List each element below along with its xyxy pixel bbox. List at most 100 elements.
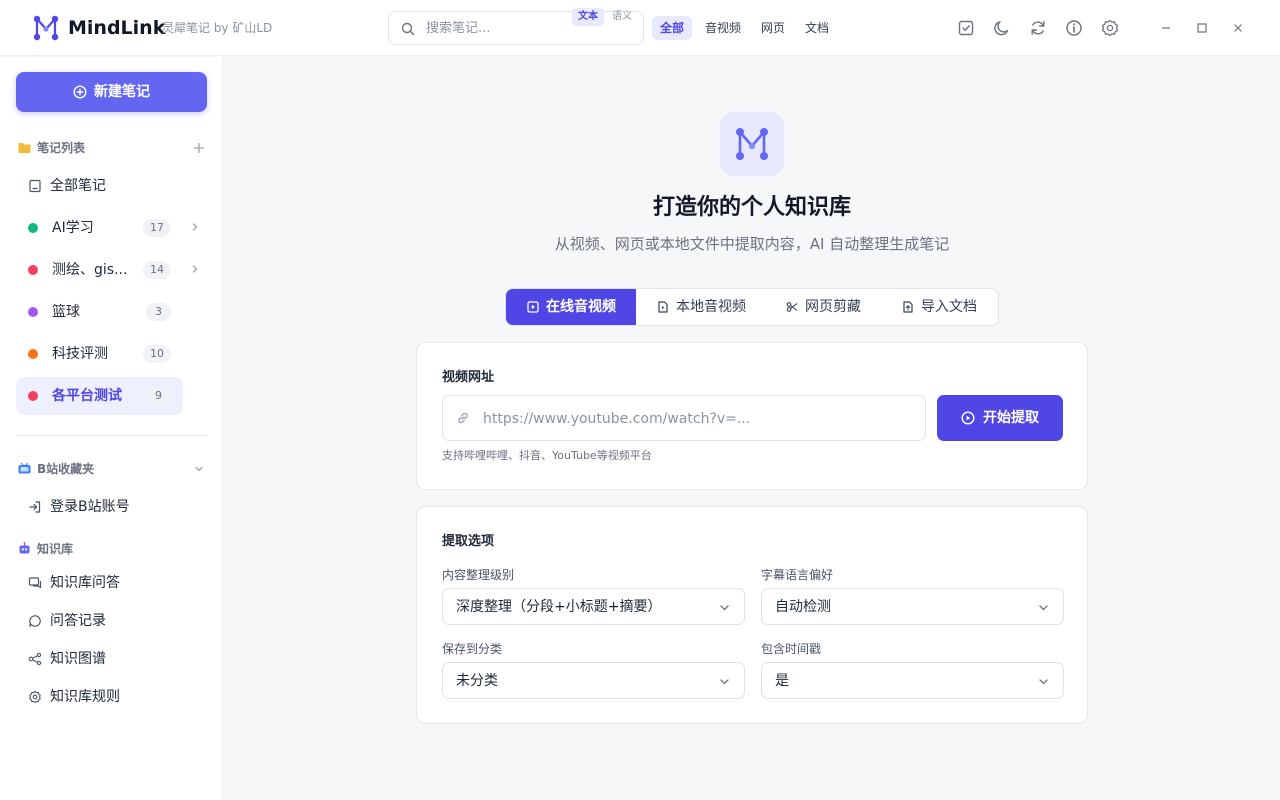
organize-level-select[interactable]: 深度整理（分段+小标题+摘要） bbox=[442, 588, 745, 625]
sidebar-item-tech-review[interactable]: 科技评测 10 bbox=[16, 335, 183, 373]
kb-section-header: 知识库 bbox=[18, 540, 208, 558]
notes-section-title: 笔记列表 bbox=[37, 141, 86, 155]
sidebar-item-kb-rules[interactable]: 知识库规则 bbox=[16, 678, 183, 716]
robot-icon bbox=[18, 542, 31, 555]
category-color-dot bbox=[28, 307, 38, 317]
video-url-label: 视频网址 bbox=[442, 370, 495, 385]
sidebar-item-label: AI学习 bbox=[52, 220, 94, 236]
scissors-icon bbox=[786, 301, 798, 313]
chat-icon bbox=[28, 576, 42, 590]
sidebar-item-ai-learning[interactable]: AI学习 17 bbox=[16, 209, 183, 247]
extract-options-title: 提取选项 bbox=[442, 534, 495, 549]
count-badge: 3 bbox=[146, 303, 171, 321]
sidebar-item-qa-history[interactable]: 问答记录 bbox=[16, 602, 183, 640]
filter-av[interactable]: 音视频 bbox=[697, 16, 749, 40]
top-bar: MindLink 灵犀笔记 by 矿山LD 搜索笔记... 文本 语义 全部 音… bbox=[0, 0, 1280, 56]
settings-icon[interactable] bbox=[1100, 18, 1120, 38]
filter-docs[interactable]: 文档 bbox=[797, 16, 837, 40]
tab-online-av[interactable]: 在线音视频 bbox=[506, 289, 636, 325]
tab-local-av[interactable]: 本地音视频 bbox=[636, 289, 756, 325]
supported-platforms-hint: 支持哔哩哔哩、抖音、YouTube等视频平台 bbox=[442, 449, 652, 462]
save-category-value: 未分类 bbox=[456, 673, 498, 689]
info-icon[interactable] bbox=[1064, 18, 1084, 38]
subtitle-lang-label: 字幕语言偏好 bbox=[761, 568, 834, 582]
category-color-dot bbox=[28, 223, 38, 233]
sidebar-item-label: 各平台测试 bbox=[52, 388, 122, 404]
sidebar-item-platform-tests[interactable]: 各平台测试 9 bbox=[16, 377, 183, 415]
search-mode-text[interactable]: 文本 bbox=[572, 8, 604, 26]
sidebar-item-bilibili-login[interactable]: 登录B站账号 bbox=[16, 488, 183, 526]
sidebar-item-kb-qa[interactable]: 知识库问答 bbox=[16, 564, 183, 602]
sidebar-divider bbox=[16, 435, 207, 436]
sidebar-item-label: 问答记录 bbox=[50, 613, 106, 629]
category-color-dot bbox=[28, 391, 38, 401]
app-name: MindLink bbox=[68, 17, 166, 39]
refresh-icon[interactable] bbox=[1028, 18, 1048, 38]
video-url-placeholder[interactable]: https://www.youtube.com/watch?v=... bbox=[483, 410, 750, 428]
tab-label: 导入文档 bbox=[921, 299, 977, 315]
tab-import-docs[interactable]: 导入文档 bbox=[872, 289, 998, 325]
chevron-down-icon bbox=[1038, 676, 1049, 687]
save-category-select[interactable]: 未分类 bbox=[442, 662, 745, 699]
subtitle-lang-select[interactable]: 自动检测 bbox=[761, 588, 1064, 625]
sidebar-item-label: 测绘、gis... bbox=[52, 262, 128, 278]
chevron-down-icon[interactable] bbox=[194, 464, 204, 474]
minimize-icon[interactable] bbox=[1158, 20, 1174, 36]
login-icon bbox=[28, 500, 42, 514]
filter-all[interactable]: 全部 bbox=[652, 16, 693, 40]
file-upload-icon bbox=[902, 301, 914, 313]
sidebar-item-label: 登录B站账号 bbox=[50, 499, 130, 515]
sidebar-item-all-notes[interactable]: 全部笔记 bbox=[16, 167, 183, 205]
search-placeholder[interactable]: 搜索笔记... bbox=[426, 20, 490, 37]
play-square-icon bbox=[527, 301, 539, 313]
file-play-icon bbox=[657, 301, 669, 313]
source-tabs: 在线音视频 本地音视频 网页剪藏 导入文档 bbox=[505, 288, 999, 326]
app-subtitle: 灵犀笔记 by 矿山LD bbox=[162, 21, 273, 35]
start-extract-button[interactable]: 开始提取 bbox=[937, 395, 1063, 441]
sidebar-item-label: 知识图谱 bbox=[50, 651, 106, 667]
chevron-down-icon bbox=[719, 676, 730, 687]
timestamp-value: 是 bbox=[775, 673, 789, 689]
sidebar-item-knowledge-graph[interactable]: 知识图谱 bbox=[16, 640, 183, 678]
add-category-icon[interactable] bbox=[193, 142, 205, 154]
hero-subtitle: 从视频、网页或本地文件中提取内容，AI 自动整理生成笔记 bbox=[554, 235, 950, 253]
sidebar: 新建笔记 笔记列表 全部笔记 AI学习 17 测绘、gis... 14 篮球 3 bbox=[0, 57, 223, 800]
tab-label: 网页剪藏 bbox=[805, 299, 861, 315]
chevron-down-icon bbox=[719, 602, 730, 613]
video-url-input[interactable]: https://www.youtube.com/watch?v=... bbox=[442, 395, 926, 441]
category-color-dot bbox=[28, 349, 38, 359]
bilibili-section-title: B站收藏夹 bbox=[37, 462, 95, 476]
chevron-right-icon[interactable] bbox=[190, 222, 200, 232]
count-badge: 9 bbox=[146, 387, 171, 405]
count-badge: 10 bbox=[143, 345, 171, 363]
extract-options-card: 提取选项 内容整理级别 深度整理（分段+小标题+摘要） 字幕语言偏好 自动检测 … bbox=[416, 506, 1088, 724]
hero-title: 打造你的个人知识库 bbox=[652, 195, 851, 220]
sidebar-item-surveying-gis[interactable]: 测绘、gis... 14 bbox=[16, 251, 183, 289]
checklist-icon[interactable] bbox=[956, 18, 976, 38]
chevron-right-icon[interactable] bbox=[190, 264, 200, 274]
main-content: 打造你的个人知识库 从视频、网页或本地文件中提取内容，AI 自动整理生成笔记 在… bbox=[224, 57, 1280, 800]
bilibili-section-header[interactable]: B站收藏夹 bbox=[18, 460, 208, 478]
close-icon[interactable] bbox=[1230, 20, 1246, 36]
search-mode-semantic[interactable]: 语义 bbox=[606, 8, 638, 26]
kb-section-title: 知识库 bbox=[37, 542, 74, 556]
moon-icon[interactable] bbox=[992, 18, 1012, 38]
tab-label: 本地音视频 bbox=[676, 299, 746, 315]
sidebar-item-label: 知识库规则 bbox=[50, 689, 120, 705]
maximize-icon[interactable] bbox=[1194, 20, 1210, 36]
new-note-label: 新建笔记 bbox=[94, 84, 150, 100]
count-badge: 14 bbox=[143, 261, 171, 279]
organize-level-label: 内容整理级别 bbox=[442, 568, 515, 582]
timestamp-select[interactable]: 是 bbox=[761, 662, 1064, 699]
sidebar-item-basketball[interactable]: 篮球 3 bbox=[16, 293, 183, 331]
sidebar-item-label: 知识库问答 bbox=[50, 575, 120, 591]
new-note-button[interactable]: 新建笔记 bbox=[16, 72, 207, 112]
count-badge: 17 bbox=[143, 219, 171, 237]
link-icon bbox=[456, 411, 470, 425]
filter-web[interactable]: 网页 bbox=[753, 16, 793, 40]
plus-circle-icon bbox=[73, 85, 87, 99]
search-icon bbox=[401, 22, 415, 36]
notes-section-header: 笔记列表 bbox=[18, 139, 208, 157]
message-circle-icon bbox=[28, 614, 42, 628]
tab-web-clip[interactable]: 网页剪藏 bbox=[756, 289, 872, 325]
